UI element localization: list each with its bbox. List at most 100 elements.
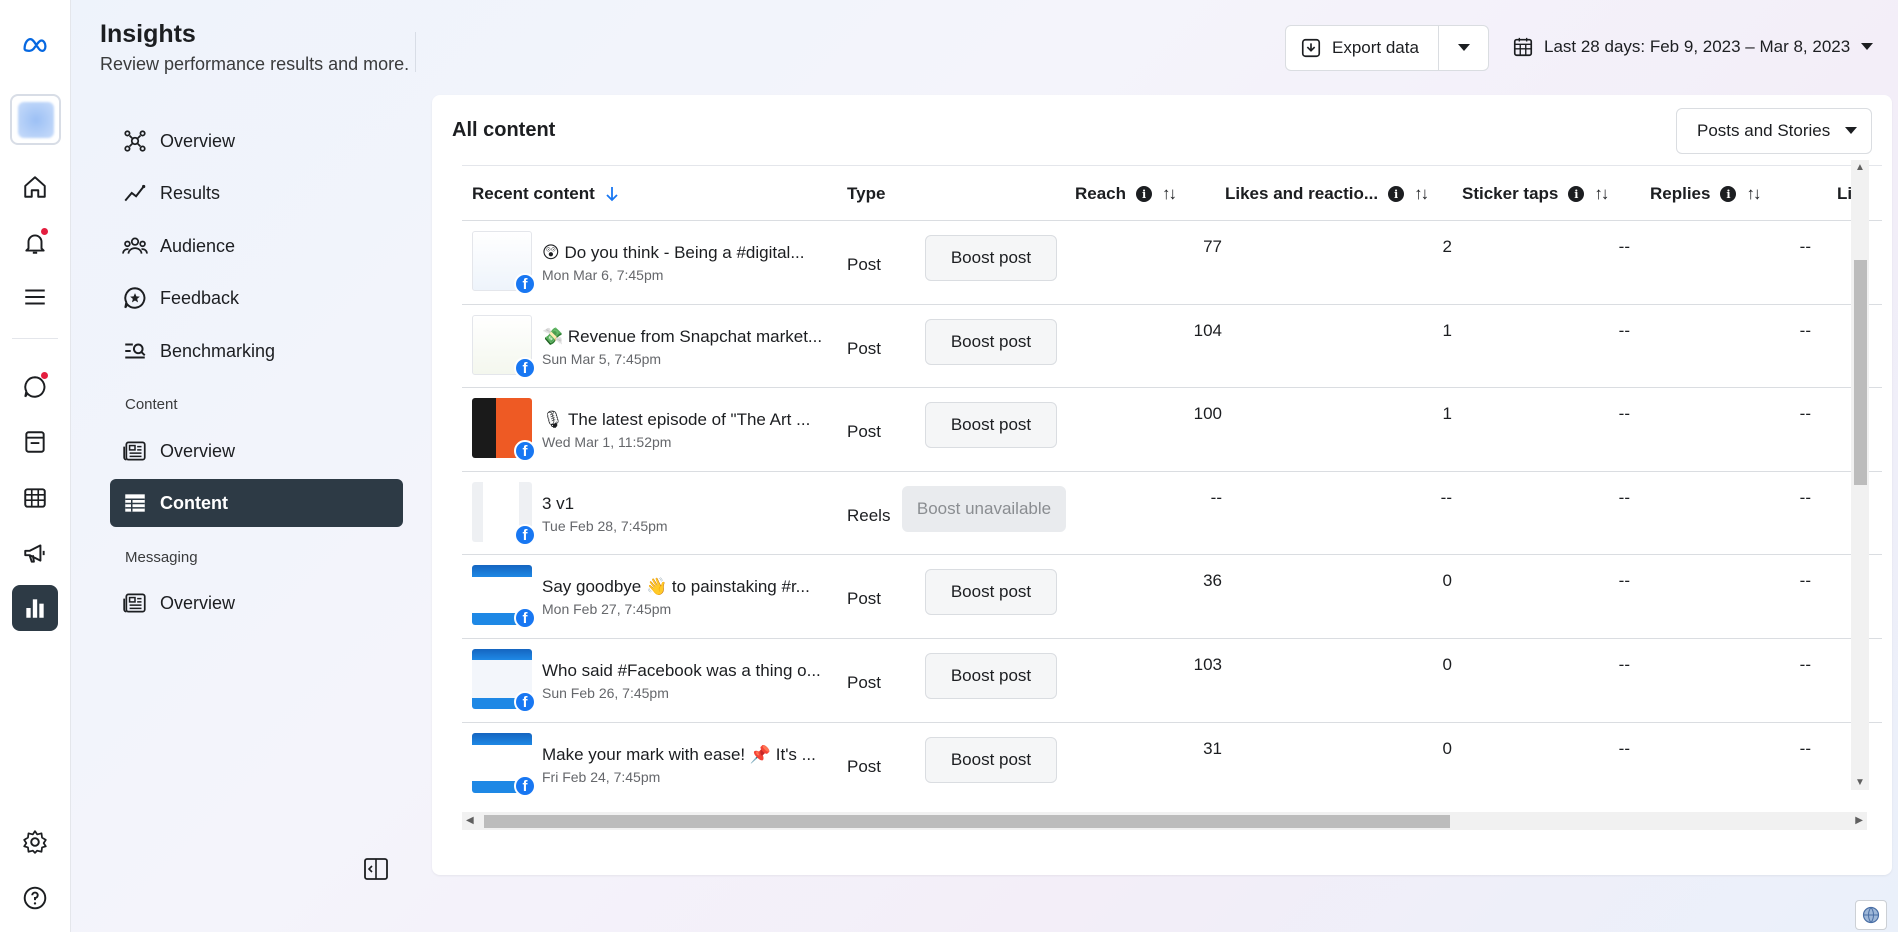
table-row[interactable]: f 🎙 The latest episode of "The Art ... Wed… [462,388,1882,472]
column-reach[interactable]: Reach i ↑↓ [1075,184,1177,204]
content-table: Recent content Type Reach i ↑↓ Likes and… [462,165,1882,805]
post-title[interactable]: Make your mark with ease! 📌 It's ... [542,745,832,765]
post-thumbnail[interactable]: f [472,398,536,463]
post-title[interactable]: 💸 Revenue from Snapchat market... [542,327,832,347]
nav-item-label: Overview [160,592,236,613]
page-title: Insights [100,20,196,48]
home-icon[interactable] [12,164,58,210]
posts-icon[interactable] [12,419,58,465]
post-thumbnail[interactable]: f [472,481,536,546]
sticker-taps-value: -- [1618,487,1630,507]
likes-value: 0 [1442,571,1452,591]
replies-value: -- [1799,655,1811,674]
post-thumbnail[interactable]: f [472,649,536,713]
caret-down-icon [1861,43,1874,50]
nav-item-benchmarking[interactable]: Benchmarking [110,327,403,375]
nav-item-label: Overview [160,440,236,461]
caret-down-icon [1457,44,1470,51]
page-avatar[interactable] [10,94,61,145]
bell-icon[interactable] [12,220,58,266]
table-row[interactable]: f3 v1 Tue Feb 28, 7:45pm Reels Boost unavai… [462,472,1882,556]
post-type: Post [847,422,882,442]
post-date: Mon Feb 27, 7:45pm [542,601,672,618]
table-row[interactable]: f Who said #Facebook was a thing o... Sun … [462,639,1882,723]
messages-icon[interactable] [12,364,58,410]
settings-gear-icon[interactable] [12,819,58,865]
reach-value: 36 [1203,571,1222,591]
column-likes[interactable]: Likes and reactio... i ↑↓ [1225,184,1429,204]
calendar-icon [1513,37,1533,57]
help-icon[interactable] [12,875,58,921]
export-options-dropdown[interactable] [1439,26,1488,70]
replies-value: -- [1799,320,1811,340]
table-row[interactable]: f 😲 Do you think - Being a #digital... Mon… [462,221,1882,305]
nav-section-content: Content [125,396,178,413]
menu-icon[interactable] [12,274,58,320]
post-thumbnail[interactable]: f [472,314,536,379]
dropdown-label: Posts and Stories [1697,121,1831,140]
post-thumbnail[interactable]: f [472,231,536,295]
facebook-icon: f [514,440,536,463]
post-type: Post [847,338,882,358]
post-title[interactable]: 😲 Do you think - Being a #digital... [542,243,832,263]
post-emoji: 😲 [542,243,560,262]
sort-icon[interactable]: ↑↓ [1594,184,1609,204]
date-range-picker[interactable]: Last 28 days: Feb 9, 2023 – Mar 8, 2023 [1512,36,1874,58]
nav-item-content-overview[interactable]: Overview [110,427,403,475]
info-icon[interactable]: i [1568,186,1585,202]
table-row[interactable]: f 💸 Revenue from Snapchat market... Sun Ma… [462,305,1882,389]
sticker-taps-value: -- [1618,571,1630,591]
table-icon [125,494,145,512]
caret-down-icon [1845,127,1858,134]
post-thumbnail[interactable]: f [472,565,536,630]
sort-icon[interactable]: ↑↓ [1414,184,1429,204]
replies-value: -- [1799,404,1811,424]
nav-item-results[interactable]: Results [110,169,403,217]
likes-value: 1 [1442,404,1452,424]
nav-item-label: Feedback [160,287,240,308]
post-date: Fri Feb 24, 7:45pm [542,768,661,785]
sort-icon[interactable]: ↑↓ [1162,184,1177,204]
globe-icon[interactable] [1855,900,1887,930]
column-recent-content[interactable]: Recent content [472,184,619,204]
table-row[interactable]: f Make your mark with ease! 📌 It's ... Fri… [462,723,1882,805]
info-icon[interactable]: i [1720,186,1737,202]
posts-and-stories-dropdown[interactable]: Posts and Stories [1676,108,1872,154]
nav-item-content[interactable]: Content [110,479,403,527]
insights-bar-chart-icon[interactable] [12,585,58,631]
table-icon[interactable] [12,475,58,521]
horizontal-scrollbar[interactable]: ◀ ▶ [462,812,1867,830]
post-title[interactable]: Who said #Facebook was a thing o... [542,661,832,681]
post-date: Tue Feb 28, 7:45pm [542,517,668,534]
megaphone-icon[interactable] [12,530,58,576]
column-sticker-taps[interactable]: Sticker taps i ↑↓ [1462,184,1609,204]
collapse-sidebar-icon[interactable] [363,857,389,881]
export-data-label: Export data [1332,38,1419,57]
facebook-icon: f [514,523,536,546]
nav-item-audience[interactable]: Audience [110,222,403,270]
nav-item-messaging-overview[interactable]: Overview [110,579,403,627]
post-thumbnail[interactable]: f [472,732,536,797]
post-title[interactable]: 🎙 The latest episode of "The Art ... [542,410,832,430]
info-icon[interactable]: i [1388,186,1405,202]
nav-item-overview[interactable]: Overview [110,117,403,165]
nav-item-feedback[interactable]: Feedback [110,274,403,322]
nav-section-messaging: Messaging [125,549,198,566]
column-replies[interactable]: Replies i ↑↓ [1650,184,1761,204]
post-title[interactable]: 3 v1 [542,494,832,514]
post-title[interactable]: Say goodbye 👋 to painstaking #r... [542,577,832,597]
meta-logo-icon[interactable] [12,22,58,68]
post-emoji: 💸 [542,326,564,346]
facebook-icon: f [514,273,536,295]
info-icon[interactable]: i [1136,186,1153,202]
export-data-button[interactable]: Export data [1286,26,1439,70]
download-icon [1301,38,1321,58]
table-row[interactable]: f Say goodbye 👋 to painstaking #r... Mon F… [462,555,1882,639]
reach-value: 100 [1193,404,1222,424]
post-type: Reels [847,505,891,525]
likes-value: 0 [1442,655,1452,674]
column-next: Li [1837,184,1853,203]
sort-icon[interactable]: ↑↓ [1746,184,1761,204]
all-content-card: All content Posts and Stories Recent con… [432,95,1892,875]
vertical-scrollbar[interactable]: ▲ ▼ [1851,160,1869,790]
